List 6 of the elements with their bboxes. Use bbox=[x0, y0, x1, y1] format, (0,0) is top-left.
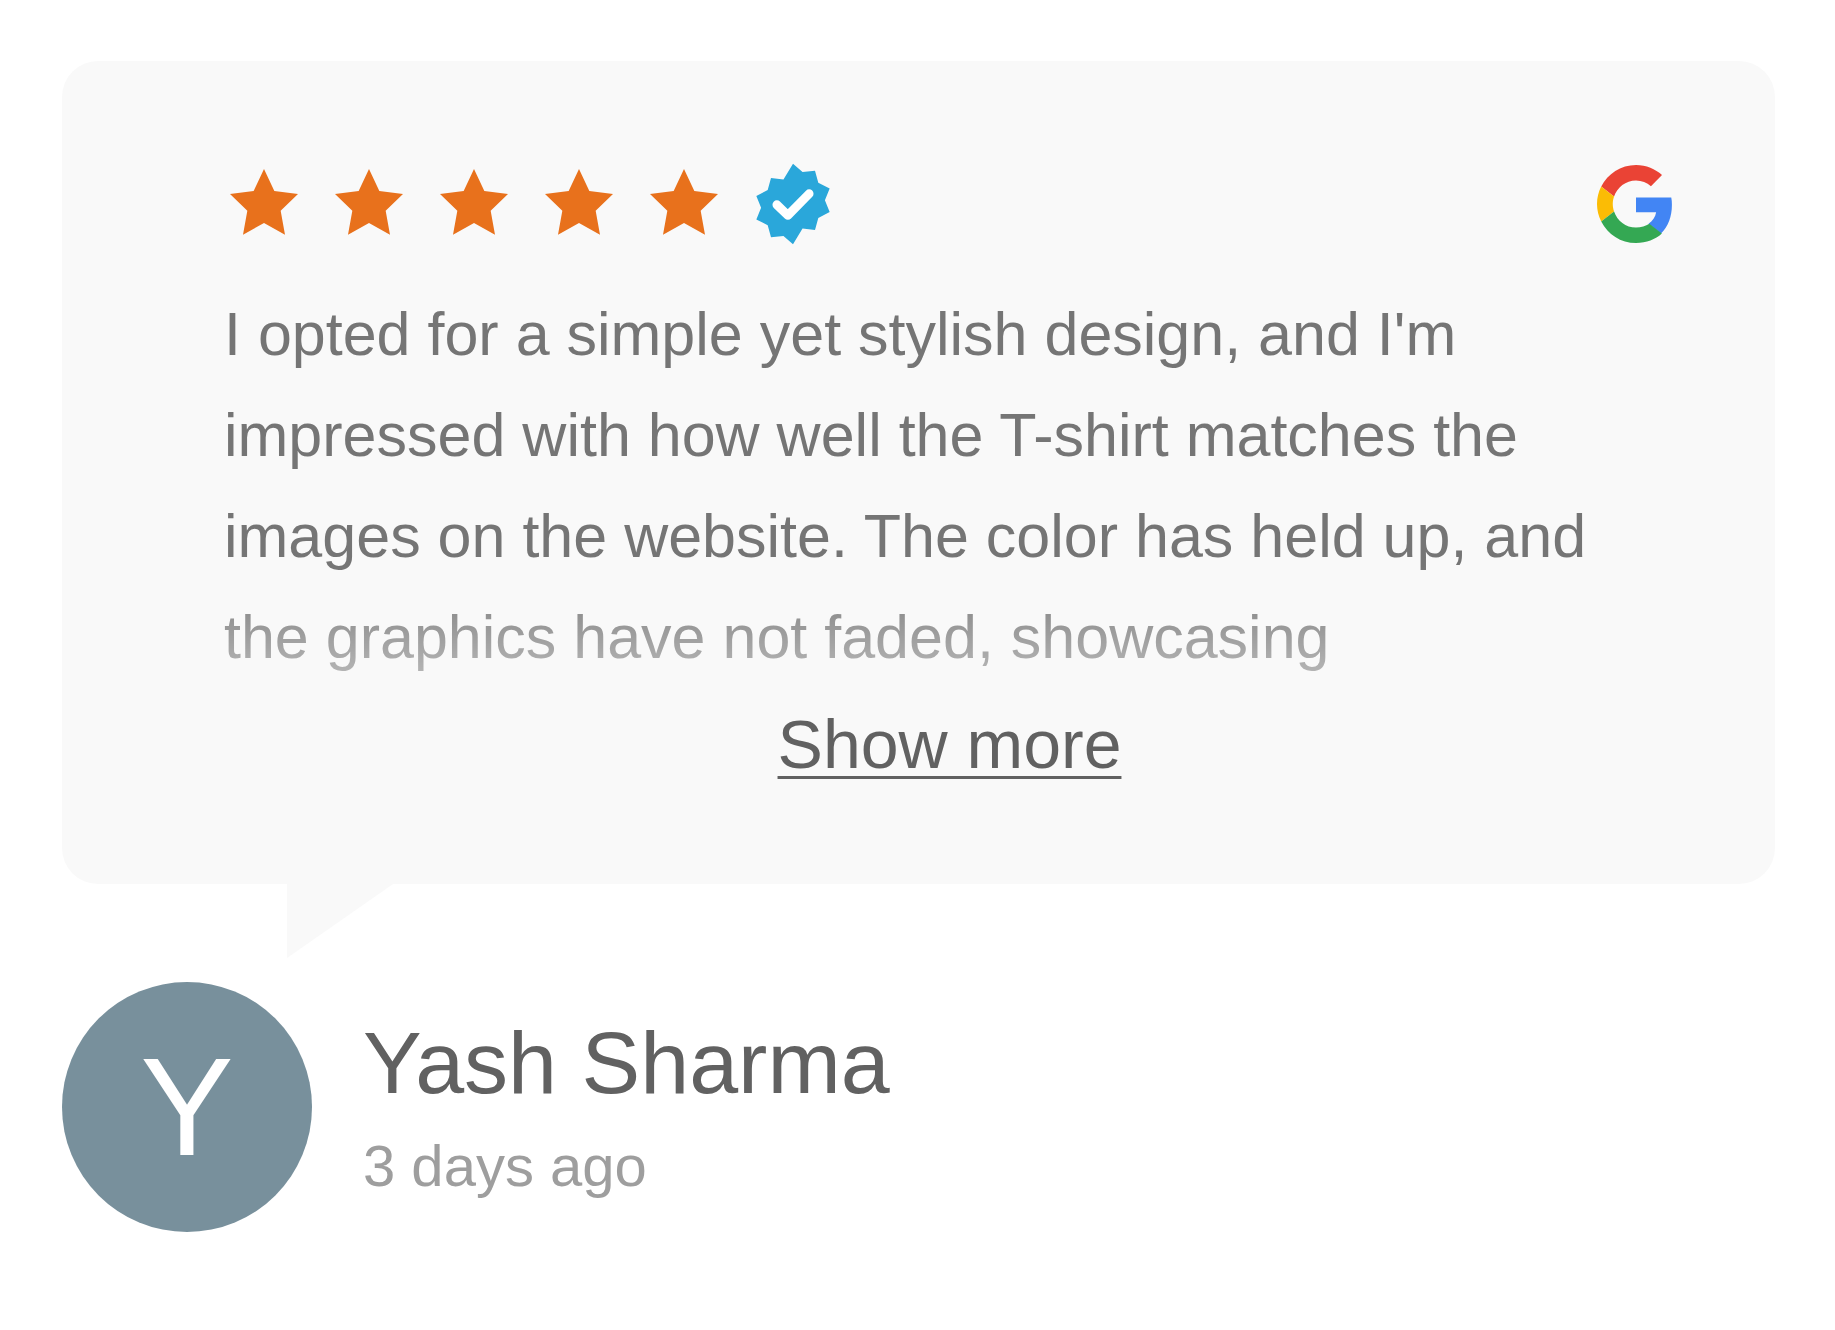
review-text: I opted for a simple yet stylish design, and I'm impressed with how well the T-shirt matches the images on the website. The color has held up, and the graphics have not faded, showcasing bbox=[224, 299, 1588, 673]
google-icon bbox=[1597, 165, 1675, 243]
show-more-link[interactable]: Show more bbox=[777, 704, 1122, 784]
review-time: 3 days ago bbox=[363, 1132, 648, 1200]
avatar: Y bbox=[62, 982, 312, 1232]
author-name: Yash Sharma bbox=[363, 1013, 890, 1113]
